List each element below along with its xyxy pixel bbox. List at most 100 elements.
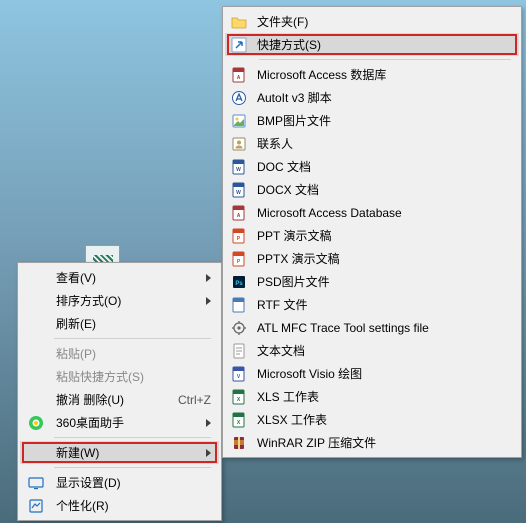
ppt-icon: P [229,251,249,267]
submenu-item-label: DOC 文档 [257,158,511,175]
context-menu: 查看(V) 排序方式(O) 刷新(E) 粘贴(P) 粘贴快捷方式(S) 撤消 删… [17,262,222,521]
submenu-item[interactable]: ATL MFC Trace Tool settings file [225,316,519,339]
visio-icon: V [229,366,249,382]
blank-icon [24,316,48,332]
svg-text:Ps: Ps [235,281,243,287]
xls-icon: X [229,412,249,428]
blank-icon [24,445,48,461]
submenu-item[interactable]: A Microsoft Access Database [225,201,519,224]
contact-icon [229,136,249,152]
360-icon [24,415,48,431]
submenu-item-label: XLSX 工作表 [257,411,511,428]
shortcut-icon [229,37,249,53]
menu-separator [54,467,211,468]
submenu-item-label: AutoIt v3 脚本 [257,89,511,106]
submenu-item[interactable]: PPPTX 演示文稿 [225,247,519,270]
submenu-item[interactable]: X XLSX 工作表 [225,408,519,431]
menu-item-360[interactable]: 360桌面助手 [20,411,219,434]
access-icon: A [229,205,249,221]
new-submenu: 文件夹(F) 快捷方式(S) A Microsoft Access 数据库 AutoIt… [222,6,522,458]
svg-text:W: W [236,167,241,173]
bmp-icon [229,113,249,129]
menu-item-label: 粘贴快捷方式(S) [56,368,211,385]
submenu-item[interactable]: X XLS 工作表 [225,385,519,408]
blank-icon [24,270,48,286]
xls-icon: X [229,389,249,405]
submenu-item[interactable]: A Microsoft Access 数据库 [225,63,519,86]
menu-separator [54,437,211,438]
submenu-item-label: Microsoft Access 数据库 [257,66,511,83]
txt-icon [229,343,249,359]
ppt-icon: P [229,228,249,244]
menu-item-label: 刷新(E) [56,315,211,332]
submenu-arrow-icon [206,297,211,305]
blank-icon [24,346,48,362]
menu-item-label: 撤消 删除(U) [56,391,158,408]
psd-icon: Ps [229,274,249,290]
blank-icon [24,392,48,408]
submenu-item[interactable]: V Microsoft Visio 绘图 [225,362,519,385]
svg-text:W: W [236,190,241,196]
submenu-arrow-icon [206,419,211,427]
submenu-item-label: Microsoft Visio 绘图 [257,365,511,382]
submenu-item-label: PSD图片文件 [257,273,511,290]
menu-item-personalize[interactable]: 个性化(R) [20,494,219,517]
svg-text:A: A [237,213,241,219]
submenu-item-label: ATL MFC Trace Tool settings file [257,321,511,335]
submenu-item-label: BMP图片文件 [257,112,511,129]
menu-item-label: 个性化(R) [56,497,211,514]
menu-item-paste: 粘贴(P) [20,342,219,365]
submenu-item[interactable]: AutoIt v3 脚本 [225,86,519,109]
submenu-item[interactable]: W DOC 文档 [225,155,519,178]
submenu-item[interactable]: Ps PSD图片文件 [225,270,519,293]
access-icon: A [229,67,249,83]
submenu-item[interactable]: W DOCX 文档 [225,178,519,201]
submenu-item[interactable]: BMP图片文件 [225,109,519,132]
submenu-item-label: 文件夹(F) [257,13,511,30]
menu-item-label: 360桌面助手 [56,414,188,431]
menu-item-label: 新建(W) [56,444,188,461]
menu-item-display-settings[interactable]: 显示设置(D) [20,471,219,494]
zip-icon [229,435,249,451]
blank-icon [24,293,48,309]
submenu-item[interactable]: WinRAR ZIP 压缩文件 [225,431,519,454]
submenu-item-label: Microsoft Access Database [257,206,511,220]
display-icon [24,475,48,491]
menu-item-undo-delete[interactable]: 撤消 删除(U) Ctrl+Z [20,388,219,411]
submenu-item-label: RTF 文件 [257,296,511,313]
menu-item-label: 查看(V) [56,269,188,286]
submenu-item-label: 快捷方式(S) [257,36,511,53]
autoit-icon [229,90,249,106]
submenu-item-label: 联系人 [257,135,511,152]
settings-icon [229,320,249,336]
submenu-item-label: PPT 演示文稿 [257,227,511,244]
menu-separator [54,338,211,339]
menu-item-paste-shortcut: 粘贴快捷方式(S) [20,365,219,388]
submenu-arrow-icon [206,274,211,282]
menu-item-view[interactable]: 查看(V) [20,266,219,289]
menu-item-refresh[interactable]: 刷新(E) [20,312,219,335]
menu-item-label: 排序方式(O) [56,292,188,309]
doc-icon: W [229,182,249,198]
rtf-icon [229,297,249,313]
menu-item-label: 粘贴(P) [56,345,211,362]
submenu-item-label: XLS 工作表 [257,388,511,405]
submenu-item[interactable]: P PPT 演示文稿 [225,224,519,247]
submenu-item[interactable]: 快捷方式(S) [225,33,519,56]
menu-item-new[interactable]: 新建(W) [20,441,219,464]
personalize-icon [24,498,48,514]
menu-item-label: 显示设置(D) [56,474,211,491]
blank-icon [24,369,48,385]
folder-icon [229,14,249,30]
submenu-item[interactable]: 文本文档 [225,339,519,362]
submenu-item[interactable]: RTF 文件 [225,293,519,316]
svg-text:A: A [237,75,241,81]
submenu-item-label: DOCX 文档 [257,181,511,198]
submenu-item[interactable]: 文件夹(F) [225,10,519,33]
menu-separator [259,59,511,60]
menu-item-sort[interactable]: 排序方式(O) [20,289,219,312]
submenu-item[interactable]: 联系人 [225,132,519,155]
submenu-arrow-icon [206,449,211,457]
submenu-item-label: 文本文档 [257,342,511,359]
submenu-item-label: WinRAR ZIP 压缩文件 [257,434,511,451]
